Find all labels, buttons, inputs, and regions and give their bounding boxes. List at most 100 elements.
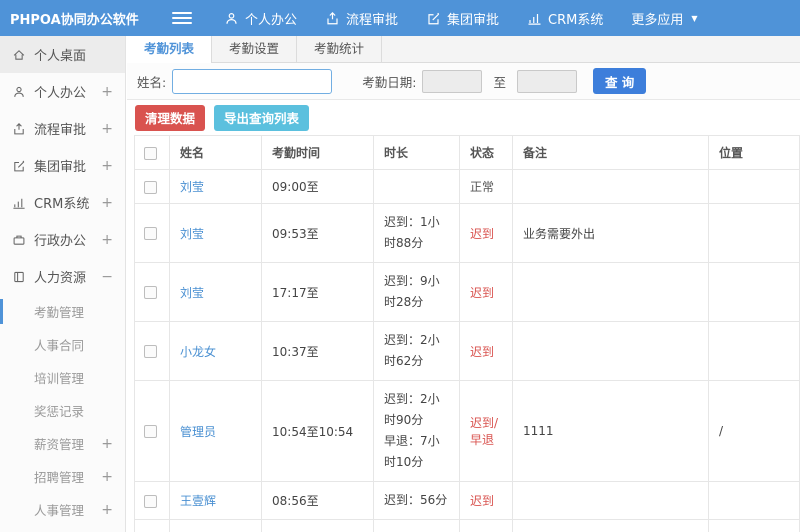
app-logo[interactable]: PHPOA协同办公软件 [0, 9, 139, 28]
sidebar-subitem-label: 人事合同 [34, 338, 85, 353]
sidebar-item-label: CRM系统 [34, 197, 90, 212]
row-checkbox-cell [134, 519, 170, 532]
cell-note [512, 321, 709, 381]
app-window: PHPOA协同办公软件 个人办公 流程审批 集团审批 CRM系统 更多应用 ▼ [0, 0, 800, 532]
sidebar-item-desktop[interactable]: 个人桌面 [0, 36, 125, 73]
employee-name-link[interactable]: 小龙女 [180, 345, 216, 359]
expand-sign: + [101, 468, 113, 485]
employee-name-link[interactable]: 刘莹 [180, 227, 204, 241]
edit-icon [428, 12, 440, 24]
sidebar-subitem[interactable]: 人事管理 + [0, 493, 125, 526]
cell-status: 迟到/早退 [459, 519, 513, 532]
select-all-checkbox[interactable] [144, 146, 157, 160]
nav-item-label: 更多应用 [631, 12, 684, 28]
export-list-button[interactable]: 导出查询列表 [214, 104, 310, 131]
chart-icon [13, 198, 25, 209]
tab[interactable]: 考勤列表 [127, 36, 213, 63]
row-checkbox-cell [134, 321, 170, 381]
nav-item-more-apps[interactable]: 更多应用 ▼ [617, 0, 711, 36]
employee-name-link[interactable]: 刘莹 [180, 180, 204, 194]
cell-name: 王壹辉 [169, 481, 262, 520]
status-badge: 迟到 [470, 344, 495, 359]
cell-duration: 迟到：2小时90分 早退：7小时10分 [373, 380, 460, 482]
workflow-icon [14, 122, 24, 134]
col-header-note: 备注 [512, 135, 709, 170]
expand-sign: + [101, 435, 113, 452]
sidebar-item-label: 集团审批 [34, 160, 87, 175]
sidebar-subitem[interactable]: 招聘管理 + [0, 460, 125, 493]
cell-duration: 迟到：56分 [373, 481, 460, 520]
table-row: 刘莹 17:17至 迟到：9小时28分 迟到 [134, 262, 800, 322]
status-badge: 迟到 [470, 226, 495, 241]
nav-item-crm[interactable]: CRM系统 [513, 0, 617, 36]
row-checkbox-cell [134, 203, 170, 263]
sidebar-subitem[interactable]: 人事合同 [0, 328, 125, 361]
row-checkbox[interactable] [144, 425, 157, 438]
employee-name-link[interactable]: 刘莹 [180, 286, 204, 300]
table-header-row: 姓名 考勤时间 时长 状态 备注 位置 [134, 135, 800, 170]
tab[interactable]: 考勤设置 [212, 36, 298, 62]
menu-toggle-icon[interactable] [172, 8, 192, 28]
table-row: 刘莹 09:53至 迟到：1小时88分 迟到 业务需要外出 [134, 203, 800, 263]
cell-location [708, 321, 800, 381]
clean-data-button[interactable]: 清理数据 [135, 104, 206, 131]
sidebar-subitem[interactable]: 基础类别设置 + [0, 526, 125, 532]
expand-sign: + [101, 157, 113, 174]
date-from-input[interactable] [422, 69, 483, 93]
sidebar-item-admin-office[interactable]: 行政办公 + [0, 221, 125, 258]
cell-status: 迟到 [459, 262, 513, 322]
cell-location: / [708, 519, 800, 532]
sidebar-item-personal-office[interactable]: 个人办公 + [0, 73, 125, 110]
tab-label: 考勤统计 [314, 41, 365, 56]
sidebar-item-label: 流程审批 [34, 123, 87, 138]
sidebar-item-group-approval[interactable]: 集团审批 + [0, 147, 125, 184]
cell-time: 09:53至 [261, 203, 374, 263]
row-checkbox[interactable] [144, 494, 157, 508]
nav-item-label: CRM系统 [548, 12, 604, 28]
nav-item-personal-office[interactable]: 个人办公 [210, 0, 311, 36]
briefcase-icon [13, 235, 25, 245]
sidebar-subitem-label: 人事管理 [34, 503, 85, 518]
sidebar-subitem-label: 考勤管理 [34, 305, 85, 320]
employee-name-link[interactable]: 管理员 [180, 425, 216, 439]
nav-item-group-approval[interactable]: 集团审批 [412, 0, 513, 36]
row-checkbox[interactable] [144, 286, 157, 299]
date-label: 考勤日期: [362, 74, 417, 90]
tab-label: 考勤列表 [144, 41, 195, 56]
row-checkbox-cell [134, 169, 170, 204]
sidebar-item-hr[interactable]: 人力资源 − [0, 258, 125, 295]
sidebar-subitem[interactable]: 奖惩记录 [0, 394, 125, 427]
row-checkbox[interactable] [144, 345, 157, 358]
employee-name-link[interactable]: 王壹辉 [180, 494, 216, 508]
edit-icon [14, 160, 25, 171]
date-to-input[interactable] [516, 69, 577, 93]
nav-item-workflow-approval[interactable]: 流程审批 [311, 0, 412, 36]
sidebar-subitem[interactable]: 考勤管理 [0, 295, 125, 328]
col-header-name: 姓名 [169, 135, 262, 170]
cell-note: 业务需要外出 [512, 203, 709, 263]
query-button[interactable]: 查 询 [592, 68, 647, 94]
sidebar-subitem-label: 招聘管理 [34, 470, 85, 485]
sidebar-subitem[interactable]: 培训管理 [0, 361, 125, 394]
home-icon [13, 49, 25, 60]
sidebar-item-label: 人力资源 [34, 271, 87, 286]
table-row: 王壹辉 08:56至 迟到：56分 迟到 [134, 481, 800, 520]
sidebar-subitem-label: 培训管理 [34, 371, 85, 386]
col-header-duration: 时长 [373, 135, 460, 170]
col-header-location: 位置 [708, 135, 800, 170]
sidebar-item-workflow-approval[interactable]: 流程审批 + [0, 110, 125, 147]
name-input[interactable] [172, 68, 333, 94]
cell-status: 迟到/早退 [459, 380, 513, 482]
expand-sign: + [101, 194, 113, 211]
expand-sign: + [101, 120, 113, 137]
sidebar-item-crm[interactable]: CRM系统 + [0, 184, 125, 221]
row-checkbox-cell [134, 262, 170, 322]
row-checkbox[interactable] [144, 227, 157, 240]
tab[interactable]: 考勤统计 [297, 36, 383, 62]
cell-duration [373, 169, 460, 204]
sidebar-subitem[interactable]: 薪资管理 + [0, 427, 125, 460]
row-checkbox[interactable] [144, 180, 157, 194]
cell-name: 管理员 [169, 380, 262, 482]
row-checkbox-cell [134, 380, 170, 482]
cell-name: 小龙女 [169, 321, 262, 381]
